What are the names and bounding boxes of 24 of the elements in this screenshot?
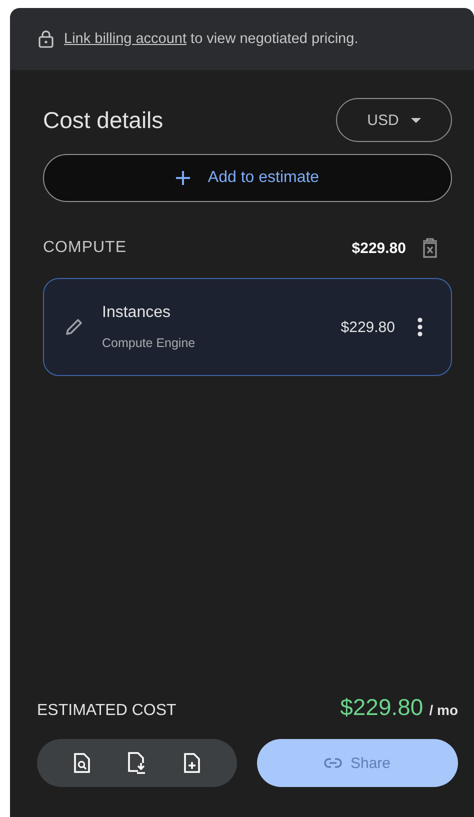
item-subtitle: Compute Engine — [102, 336, 196, 350]
plus-icon — [176, 171, 190, 185]
estimate-amount: $229.80 — [340, 694, 424, 721]
panel-title: Cost details — [43, 106, 164, 134]
section-title: COMPUTE — [43, 239, 128, 257]
currency-dropdown[interactable]: USD — [336, 98, 452, 142]
line-item-card[interactable]: Instances Compute Engine $229.80 — [43, 278, 452, 376]
banner-text: Link billing account to view negotiated pricing. — [64, 31, 358, 47]
document-search-icon[interactable] — [74, 753, 90, 773]
item-price: $229.80 — [340, 318, 395, 336]
billing-link[interactable]: Link billing account — [64, 31, 187, 47]
lock-icon — [38, 30, 54, 48]
more-icon[interactable] — [417, 317, 423, 337]
document-download-icon[interactable] — [128, 752, 146, 774]
section-total: $229.80 — [352, 240, 406, 256]
add-to-estimate-button[interactable]: Add to estimate — [43, 154, 452, 202]
estimate-label: ESTIMATED COST — [37, 702, 178, 720]
document-add-icon[interactable] — [184, 753, 200, 773]
estimate-unit: / mo — [429, 702, 458, 718]
item-title: Instances — [102, 304, 172, 322]
delete-icon[interactable] — [422, 238, 438, 258]
link-icon — [324, 758, 342, 768]
pencil-icon[interactable] — [64, 317, 84, 337]
caret-icon — [410, 118, 421, 122]
